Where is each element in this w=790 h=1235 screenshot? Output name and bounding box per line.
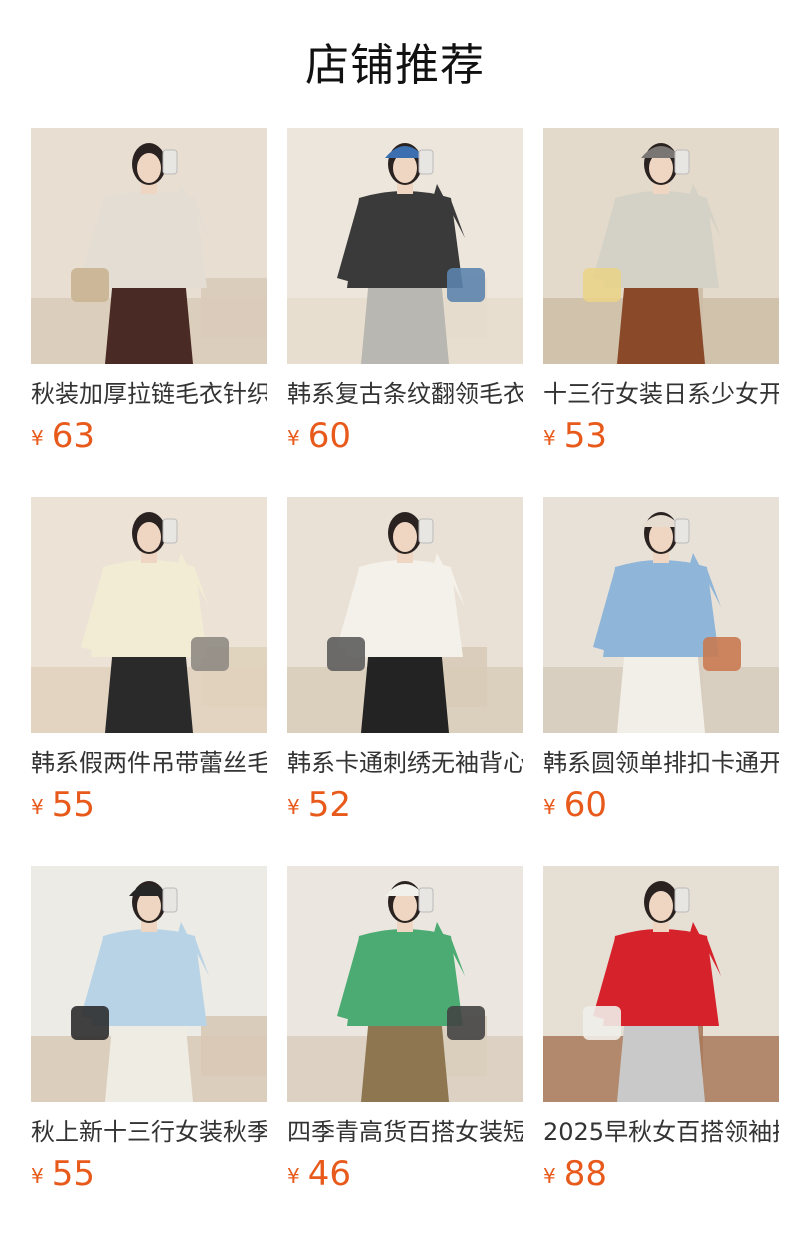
product-image[interactable] — [287, 497, 523, 733]
product-price: ¥52 — [287, 785, 351, 825]
section-title: 店铺推荐 — [305, 40, 485, 91]
product-card[interactable]: 2025早秋女百搭领袖拼接 ¥88 — [543, 866, 779, 1235]
product-image[interactable] — [543, 497, 779, 733]
product-card[interactable]: 韩系复古条纹翻领毛衣 ¥60 — [287, 128, 523, 497]
currency-symbol: ¥ — [287, 426, 300, 450]
price-value: 55 — [51, 785, 95, 825]
product-name[interactable]: 韩系假两件吊带蕾丝毛衣 — [31, 747, 267, 779]
product-name[interactable]: 十三行女装日系少女开衫 — [543, 378, 779, 410]
product-name[interactable]: 2025早秋女百搭领袖拼接 — [543, 1116, 779, 1148]
product-price: ¥53 — [543, 416, 607, 456]
currency-symbol: ¥ — [543, 426, 556, 450]
currency-symbol: ¥ — [543, 1164, 556, 1188]
product-name[interactable]: 秋上新十三行女装秋季卫衣 — [31, 1116, 267, 1148]
product-image[interactable] — [31, 497, 267, 733]
product-photo — [31, 128, 267, 364]
product-card[interactable]: 秋上新十三行女装秋季卫衣 ¥55 — [31, 866, 267, 1235]
price-value: 60 — [563, 785, 607, 825]
product-photo — [31, 497, 267, 733]
product-name[interactable]: 四季青高货百搭女装短袖 — [287, 1116, 523, 1148]
product-price: ¥60 — [287, 416, 351, 456]
product-price: ¥88 — [543, 1154, 607, 1194]
product-name[interactable]: 韩系圆领单排扣卡通开衫 — [543, 747, 779, 779]
product-card[interactable]: 韩系假两件吊带蕾丝毛衣 ¥55 — [31, 497, 267, 866]
product-photo — [287, 497, 523, 733]
currency-symbol: ¥ — [287, 1164, 300, 1188]
product-image[interactable] — [31, 128, 267, 364]
price-value: 46 — [307, 1154, 351, 1194]
product-image[interactable] — [287, 866, 523, 1102]
price-value: 53 — [563, 416, 607, 456]
product-image[interactable] — [31, 866, 267, 1102]
product-card[interactable]: 秋装加厚拉链毛衣针织开衫 ¥63 — [31, 128, 267, 497]
product-image[interactable] — [543, 866, 779, 1102]
product-photo — [287, 866, 523, 1102]
product-photo — [543, 866, 779, 1102]
product-price: ¥60 — [543, 785, 607, 825]
product-price: ¥63 — [31, 416, 95, 456]
product-photo — [543, 128, 779, 364]
product-name[interactable]: 韩系复古条纹翻领毛衣 — [287, 378, 523, 410]
product-card[interactable]: 四季青高货百搭女装短袖 ¥46 — [287, 866, 523, 1235]
price-value: 60 — [307, 416, 351, 456]
currency-symbol: ¥ — [543, 795, 556, 819]
price-value: 55 — [51, 1154, 95, 1194]
product-card[interactable]: 十三行女装日系少女开衫 ¥53 — [543, 128, 779, 497]
product-image[interactable] — [287, 128, 523, 364]
product-photo — [31, 866, 267, 1102]
product-card[interactable]: 韩系圆领单排扣卡通开衫 ¥60 — [543, 497, 779, 866]
product-photo — [287, 128, 523, 364]
currency-symbol: ¥ — [31, 795, 44, 819]
product-price: ¥55 — [31, 1154, 95, 1194]
product-name[interactable]: 秋装加厚拉链毛衣针织开衫 — [31, 378, 267, 410]
product-price: ¥46 — [287, 1154, 351, 1194]
currency-symbol: ¥ — [31, 426, 44, 450]
product-grid: 秋装加厚拉链毛衣针织开衫 ¥63 韩系复古条纹翻领毛衣 ¥60 十三行女装日系少… — [31, 128, 790, 1235]
price-value: 52 — [307, 785, 351, 825]
product-photo — [543, 497, 779, 733]
price-value: 63 — [51, 416, 95, 456]
product-price: ¥55 — [31, 785, 95, 825]
product-card[interactable]: 韩系卡通刺绣无袖背心马甲 ¥52 — [287, 497, 523, 866]
price-value: 88 — [563, 1154, 607, 1194]
currency-symbol: ¥ — [287, 795, 300, 819]
product-image[interactable] — [543, 128, 779, 364]
currency-symbol: ¥ — [31, 1164, 44, 1188]
product-name[interactable]: 韩系卡通刺绣无袖背心马甲 — [287, 747, 523, 779]
